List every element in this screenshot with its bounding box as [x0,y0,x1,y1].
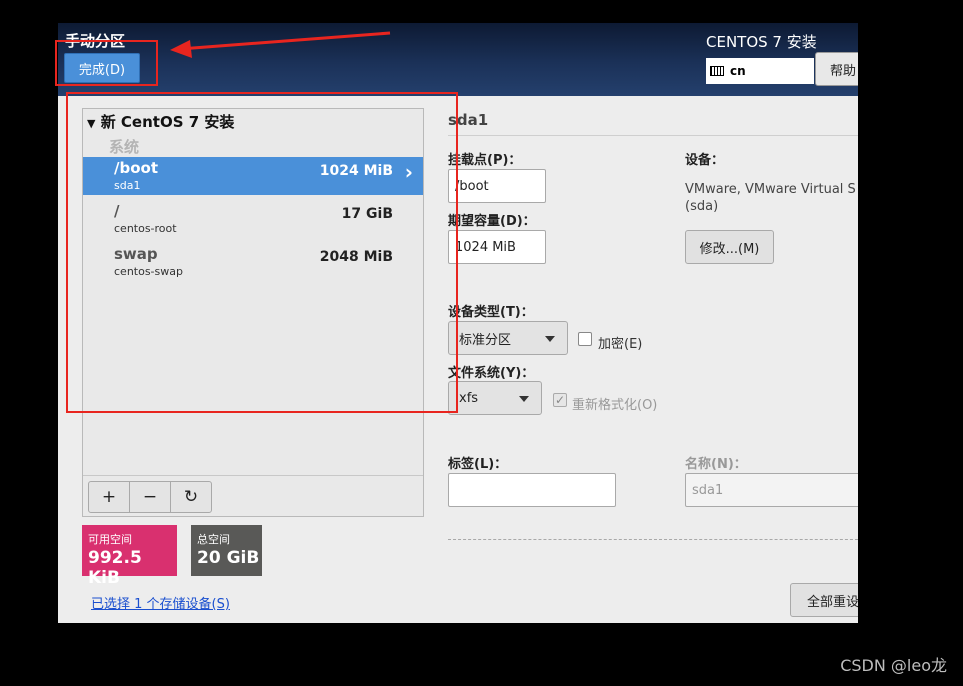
annotation-arrow [170,31,391,58]
watermark: CSDN @leo龙 [840,656,947,675]
